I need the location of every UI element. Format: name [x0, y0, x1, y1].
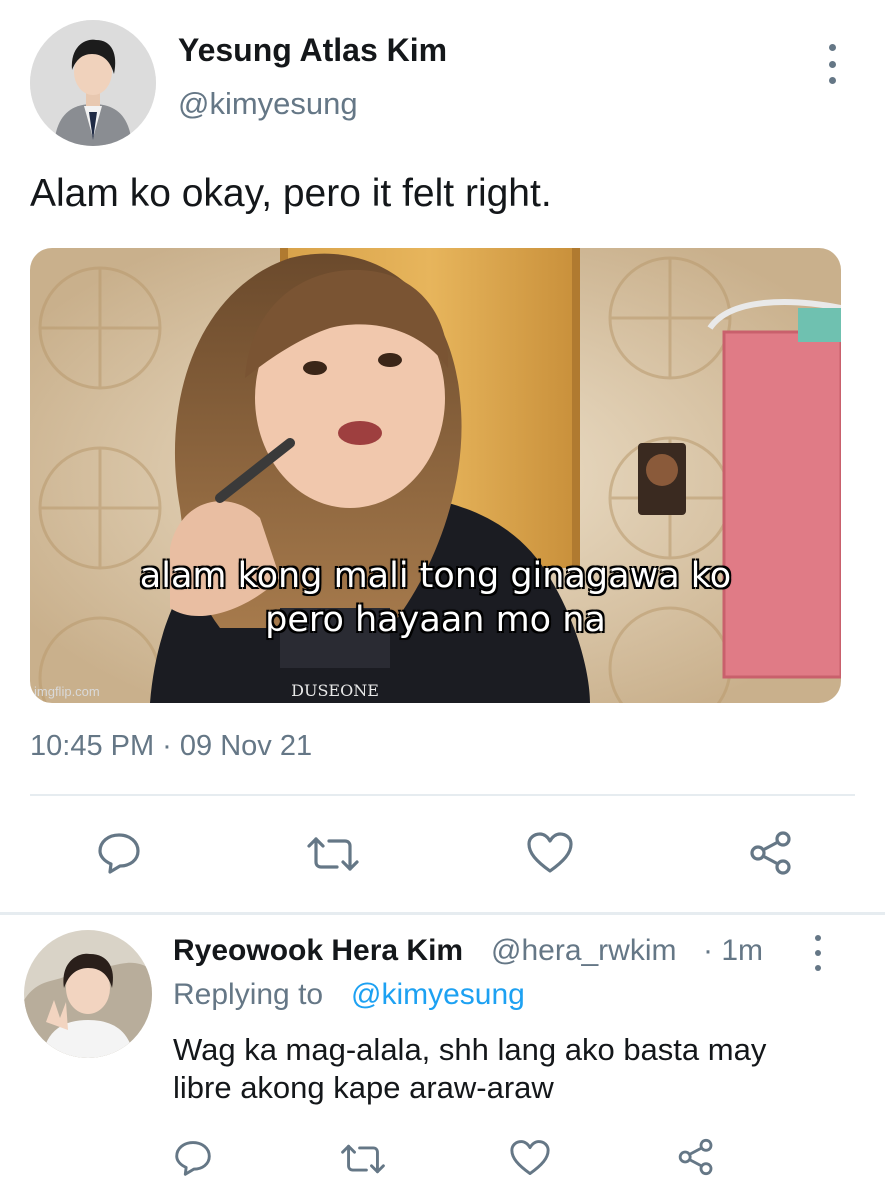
- tweet-timestamp[interactable]: 10:45 PM · 09 Nov 21: [30, 730, 312, 763]
- reply-author-name[interactable]: Ryeowook Hera Kim: [173, 934, 463, 968]
- tweet-media-image[interactable]: DUSEONE alam kong mali tong ginagawa ko …: [30, 248, 841, 703]
- reply-author-handle[interactable]: @hera_rwkim: [491, 934, 677, 968]
- author-avatar[interactable]: [30, 20, 156, 146]
- reply-more-options-icon[interactable]: [808, 935, 828, 971]
- share-icon[interactable]: [746, 828, 796, 878]
- reply-retweet-icon[interactable]: [339, 1140, 387, 1178]
- reply-text-line1: Wag ka mag-alala, shh lang ako basta may: [173, 1032, 767, 1067]
- section-divider: [0, 912, 885, 915]
- reply-like-icon[interactable]: [508, 1138, 552, 1178]
- like-icon[interactable]: [525, 830, 575, 876]
- author-handle[interactable]: @kimyesung: [178, 86, 358, 122]
- reply-share-icon[interactable]: [675, 1136, 717, 1178]
- reply-text-line2: libre akong kape araw-araw: [173, 1070, 554, 1105]
- reply-reply-icon[interactable]: [173, 1138, 213, 1178]
- meme-caption-line1: alam kong mali tong ginagawa ko: [139, 556, 732, 596]
- tweet-text: Alam ko okay, pero it felt right.: [30, 172, 552, 215]
- replying-to-prefix: Replying to: [173, 978, 324, 1011]
- timestamp-divider: [30, 794, 855, 796]
- reply-author-avatar[interactable]: [24, 930, 152, 1058]
- more-options-icon[interactable]: [822, 44, 842, 84]
- author-name[interactable]: Yesung Atlas Kim: [178, 32, 447, 69]
- meme-caption-line2: pero hayaan mo na: [265, 600, 606, 640]
- media-watermark: imgflip.com: [34, 684, 100, 699]
- reply-icon[interactable]: [96, 830, 142, 876]
- reply-time[interactable]: · 1m: [703, 934, 763, 968]
- retweet-icon[interactable]: [305, 832, 361, 876]
- svg-text:DUSEONE: DUSEONE: [291, 681, 379, 700]
- replying-to-link[interactable]: @kimyesung: [351, 978, 525, 1012]
